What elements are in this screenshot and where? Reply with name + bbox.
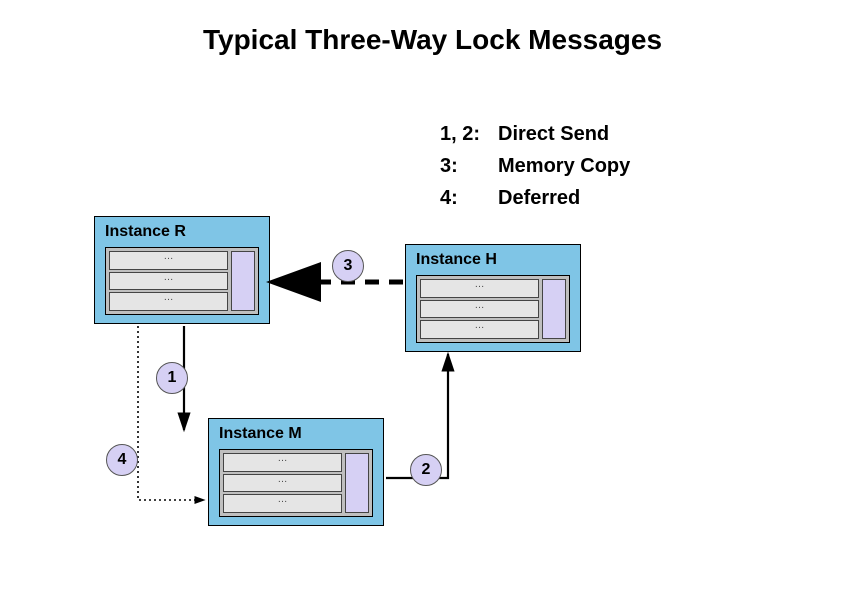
arrows-layer bbox=[0, 0, 865, 589]
badge-3: 3 bbox=[332, 250, 364, 282]
arrow-4-deferred bbox=[138, 326, 204, 500]
badge-1: 1 bbox=[156, 362, 188, 394]
badge-2: 2 bbox=[410, 454, 442, 486]
badge-4: 4 bbox=[106, 444, 138, 476]
